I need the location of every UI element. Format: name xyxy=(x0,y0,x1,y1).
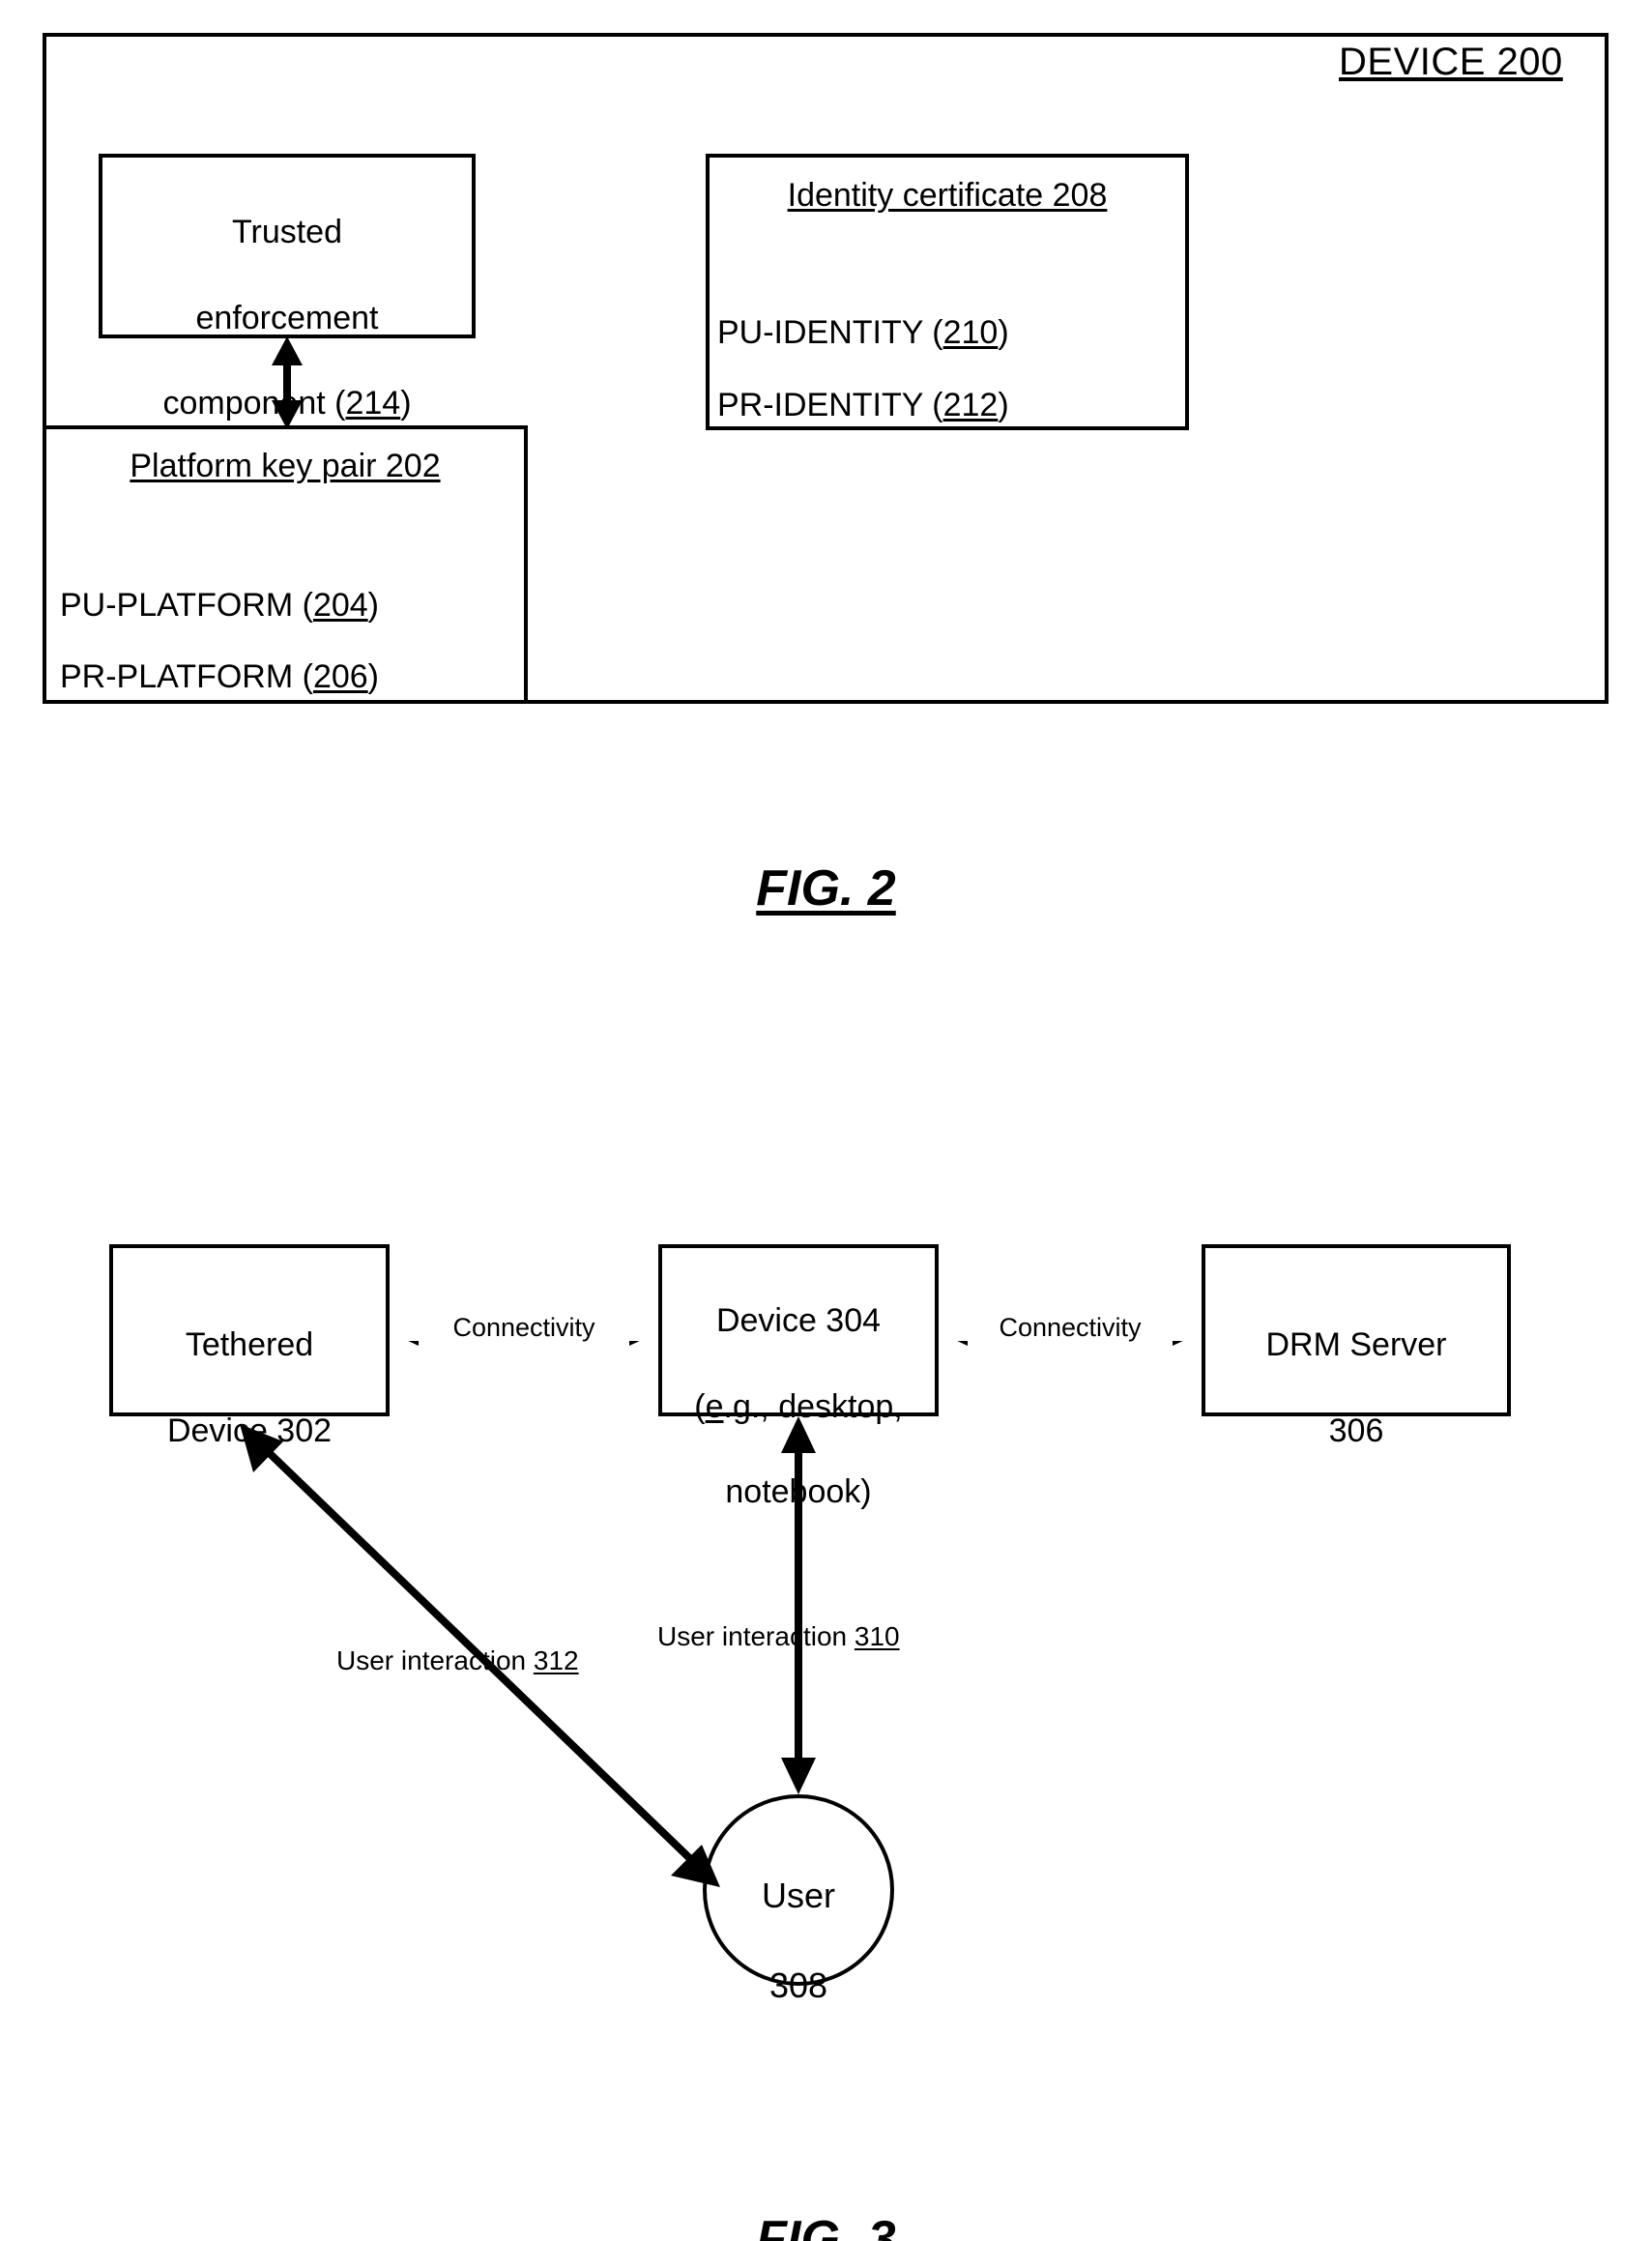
tec-ref-214: 214 xyxy=(345,384,401,422)
pr-identity-ref-212: 212 xyxy=(942,387,999,424)
tethered-line-2: Device 302 xyxy=(166,1412,333,1449)
device-200-label: DEVICE 200 xyxy=(1339,41,1563,83)
user-interaction-312-label: User interaction 312 xyxy=(336,1609,579,1679)
drm-server-line-1: DRM Server xyxy=(1265,1326,1447,1364)
device-304-line-2-suffix: .g., desktop, xyxy=(723,1387,903,1425)
figure-3-caption: FIG. 3 xyxy=(0,2141,1652,2241)
user-interaction-312-ref: 312 xyxy=(533,1645,579,1676)
device-304-line-2-prefix: ( xyxy=(694,1387,706,1425)
user-interaction-312-text: User interaction xyxy=(336,1645,534,1676)
platform-key-pair-title: Platform key pair 202 xyxy=(130,448,441,484)
user-interaction-310-ref: 310 xyxy=(854,1621,900,1652)
connectivity-left-connector: Connectivity xyxy=(390,1310,658,1354)
connectivity-right-label: Connectivity xyxy=(939,1313,1202,1342)
tec-line-3-suffix: ) xyxy=(400,384,412,422)
device-304-ref-e: e xyxy=(705,1387,724,1425)
user-interaction-310-text: User interaction xyxy=(657,1621,855,1652)
identity-certificate-title: Identity certificate 208 xyxy=(787,177,1108,214)
device-304-line-3: notebook) xyxy=(725,1472,872,1510)
user-line-1: User xyxy=(761,1875,835,1915)
user-node-label: User 308 xyxy=(703,1828,894,2009)
bidirectional-arrow-icon xyxy=(272,336,303,429)
tec-line-1: Trusted xyxy=(231,214,342,251)
tethered-device-label: Tethered Device 302 xyxy=(109,1281,390,1452)
device-304-line-1: Device 304 xyxy=(715,1302,882,1340)
pr-platform-label: PR-PLATFORM (206) xyxy=(60,613,534,698)
user-interaction-310-label: User interaction 310 xyxy=(657,1585,900,1655)
pr-platform-ref-206: 206 xyxy=(312,658,368,696)
tec-line-2: enforcement xyxy=(195,299,379,336)
connectivity-left-label: Connectivity xyxy=(390,1313,658,1342)
device-304-label: Device 304 (e.g., desktop, notebook) xyxy=(658,1257,939,1513)
tec-line-3-prefix: component ( xyxy=(162,384,346,422)
pr-platform-prefix: PR-PLATFORM ( xyxy=(60,658,313,696)
tethered-line-1: Tethered xyxy=(185,1326,314,1364)
figure-2-caption-text: FIG. 2 xyxy=(756,859,896,917)
pr-identity-suffix: ) xyxy=(998,387,1009,424)
pr-identity-prefix: PR-IDENTITY ( xyxy=(717,387,943,424)
drm-server-label: DRM Server 306 xyxy=(1202,1281,1511,1452)
user-line-2: 308 xyxy=(768,1965,828,2006)
patent-figure-sheet: DEVICE 200 Trusted enforcement component… xyxy=(0,0,1652,2241)
figure-3-caption-text: FIG. 3 xyxy=(756,2210,896,2241)
pr-platform-suffix: ) xyxy=(367,658,379,696)
pr-identity-label: PR-IDENTITY (212) xyxy=(717,341,1191,426)
drm-server-line-2: 306 xyxy=(1328,1412,1384,1449)
connectivity-right-connector: Connectivity xyxy=(939,1310,1202,1354)
figure-2-caption: FIG. 2 xyxy=(0,791,1652,921)
